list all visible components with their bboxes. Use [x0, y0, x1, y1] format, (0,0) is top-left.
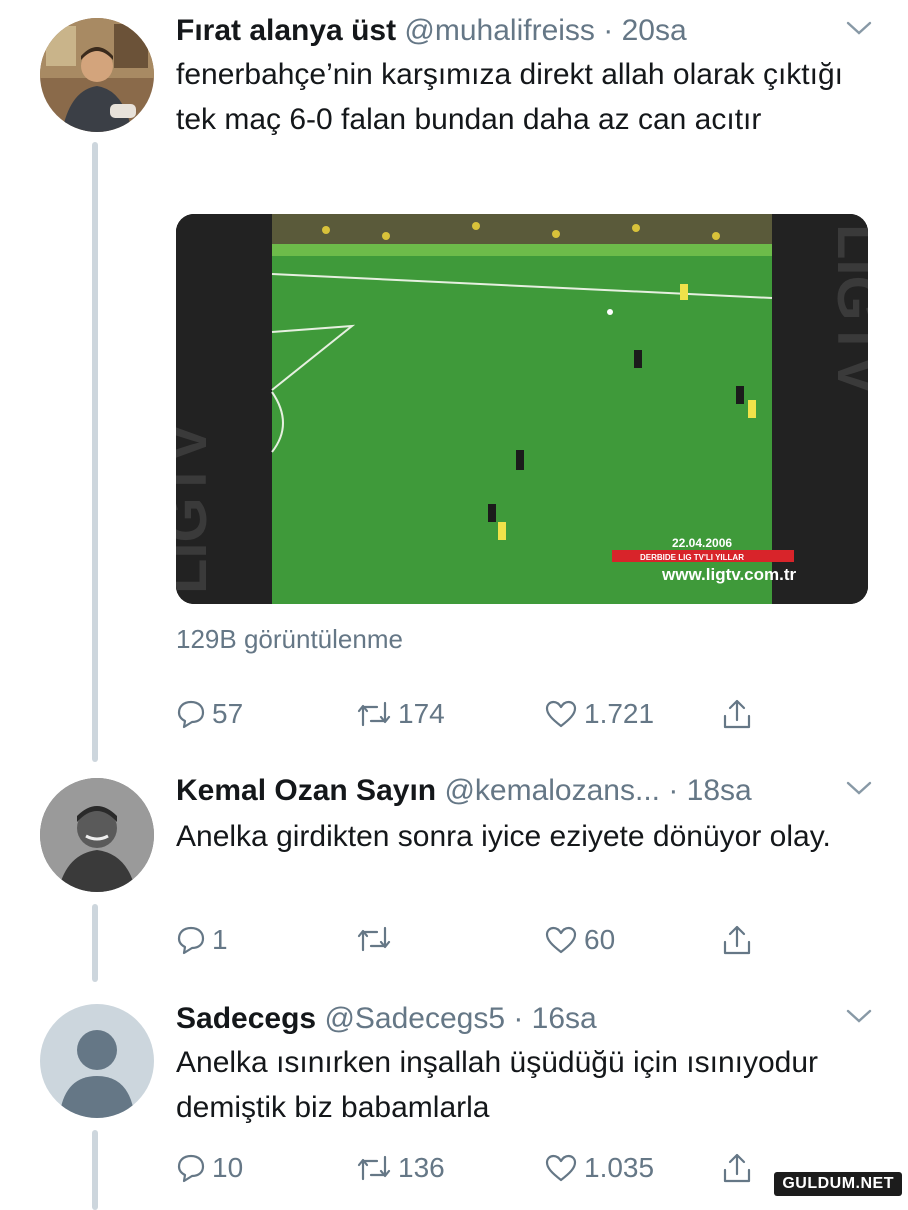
timestamp[interactable]: · 16sa — [513, 1002, 596, 1035]
like-count: 1.035 — [584, 1152, 655, 1183]
avatar[interactable] — [40, 778, 154, 892]
reply-icon — [176, 925, 206, 955]
chevron-down-icon[interactable] — [846, 780, 872, 796]
reply-count: 10 — [212, 1152, 244, 1183]
chevron-down-icon[interactable] — [846, 1008, 872, 1024]
video-thumbnail[interactable]: DERBIDE LIG TV'LI YILLAR 22.04.2006 www.… — [176, 214, 868, 604]
like-button[interactable]: 1.721 — [544, 698, 654, 730]
broadcast-site: www.ligtv.com.tr — [661, 565, 797, 584]
thread-line — [92, 904, 98, 982]
tweet-text: fenerbahçe’nin karşımıza direkt allah ol… — [176, 58, 843, 136]
retweet-count: 174 — [398, 698, 445, 729]
tweet-text: Anelka ısınırken inşallah üşüdüğü için ı… — [176, 1046, 819, 1124]
side-logo-left: LIGTV — [176, 423, 219, 594]
retweet-count: 136 — [398, 1152, 445, 1183]
avatar[interactable] — [40, 18, 154, 132]
timestamp[interactable]: · 18sa — [668, 774, 751, 807]
share-icon — [722, 698, 752, 730]
thread-line — [92, 142, 98, 762]
tweet-actions: 1 60 — [176, 924, 796, 964]
banner-text: DERBIDE LIG TV'LI YILLAR — [640, 553, 744, 562]
share-button[interactable] — [722, 924, 752, 956]
reply-button[interactable]: 10 — [176, 1152, 243, 1184]
broadcast-date: 22.04.2006 — [672, 536, 732, 550]
tweet-text: Anelka girdikten sonra iyice eziyete dön… — [176, 820, 831, 853]
tweet-header: Kemal Ozan Sayın @kemalozans... · 18sa — [176, 774, 752, 808]
like-button[interactable]: 1.035 — [544, 1152, 654, 1184]
retweet-button[interactable]: 136 — [356, 1152, 445, 1184]
display-name[interactable]: Sadecegs — [176, 1002, 316, 1035]
like-count: 60 — [584, 924, 616, 955]
tweet-actions: 10 136 1.035 — [176, 1152, 796, 1192]
share-icon — [722, 924, 752, 956]
avatar[interactable] — [40, 1004, 154, 1118]
reply-icon — [176, 699, 206, 729]
view-count: 129B görüntülenme — [176, 624, 403, 654]
retweet-icon — [356, 699, 392, 729]
share-button[interactable] — [722, 1152, 752, 1184]
share-button[interactable] — [722, 698, 752, 730]
side-logo-right: LIGTV — [825, 224, 868, 395]
display-name[interactable]: Kemal Ozan Sayın — [176, 774, 436, 807]
user-handle[interactable]: @kemalozans... — [444, 774, 660, 807]
chevron-down-icon[interactable] — [846, 20, 872, 36]
like-icon — [544, 1153, 578, 1183]
tweet-actions: 57 174 1.721 — [176, 698, 796, 738]
reply-count: 1 — [212, 924, 228, 955]
tweet-3[interactable]: Sadecegs @Sadecegs5 · 16sa Anelka ısınır… — [0, 988, 908, 1210]
share-icon — [722, 1152, 752, 1184]
like-count: 1.721 — [584, 698, 655, 729]
tweet-2[interactable]: Kemal Ozan Sayın @kemalozans... · 18sa A… — [0, 760, 908, 992]
tweet-header: Sadecegs @Sadecegs5 · 16sa — [176, 1002, 597, 1036]
reply-button[interactable]: 57 — [176, 698, 243, 730]
user-handle[interactable]: @Sadecegs5 — [324, 1002, 505, 1035]
site-watermark: GULDUM.NET — [774, 1172, 902, 1196]
reply-count: 57 — [212, 698, 244, 729]
reply-icon — [176, 1153, 206, 1183]
retweet-button[interactable]: 174 — [356, 698, 445, 730]
retweet-button[interactable] — [356, 924, 398, 954]
display-name[interactable]: Fırat alanya üst — [176, 14, 396, 47]
tweet-header: Fırat alanya üst @muhalifreiss · 20sa — [176, 14, 687, 48]
like-icon — [544, 925, 578, 955]
user-handle[interactable]: @muhalifreiss — [404, 14, 595, 47]
timestamp[interactable]: · 20sa — [603, 14, 686, 47]
retweet-icon — [356, 924, 392, 954]
thread-line — [92, 1130, 98, 1210]
like-button[interactable]: 60 — [544, 924, 615, 956]
like-icon — [544, 699, 578, 729]
retweet-icon — [356, 1153, 392, 1183]
reply-button[interactable]: 1 — [176, 924, 228, 956]
tweet-1[interactable]: Fırat alanya üst @muhalifreiss · 20sa fe… — [0, 0, 908, 762]
